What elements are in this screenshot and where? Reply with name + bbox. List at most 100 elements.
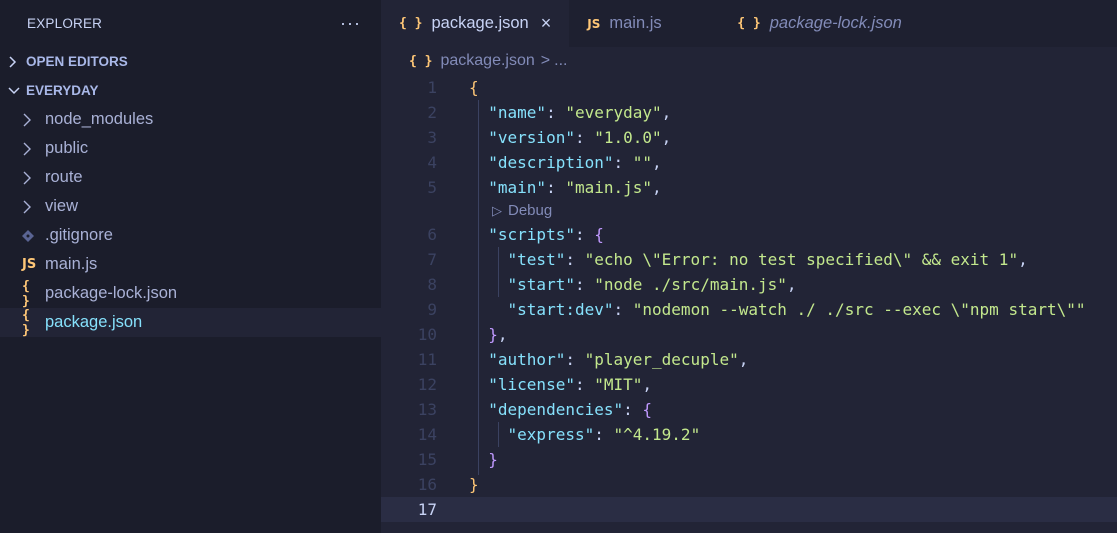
tab-label: main.js <box>609 14 662 32</box>
tab-main-js[interactable]: JS main.js <box>569 0 719 47</box>
section-open-editors[interactable]: OPEN EDITORS <box>0 47 381 76</box>
section-open-editors-label: OPEN EDITORS <box>26 54 128 69</box>
json-file-icon: { } <box>409 53 433 69</box>
json-value: "nodemon --watch ./ ./src --exec \"npm s… <box>632 300 1086 319</box>
json-value: "everyday" <box>565 103 662 122</box>
code-line: 2 "name": "everyday", <box>381 100 1117 125</box>
brace-open: { <box>469 78 479 97</box>
json-key: "express" <box>507 425 595 444</box>
json-value: "echo \"Error: no test specified\" && ex… <box>584 250 1019 269</box>
json-file-icon: { } <box>737 16 761 31</box>
code-line: 11 "author": "player_decuple", <box>381 347 1117 372</box>
json-file-icon: { } <box>22 278 30 309</box>
breadcrumb: { } package.json > ... <box>381 47 1117 75</box>
tab-package-json[interactable]: { } package.json × <box>381 0 570 47</box>
close-icon[interactable]: × <box>541 13 552 34</box>
tree-item-view[interactable]: view <box>0 192 381 221</box>
section-project-label: EVERYDAY <box>26 83 99 98</box>
chevron-right-icon <box>22 142 45 156</box>
code-line: 15 } <box>381 447 1117 472</box>
brace-close: } <box>469 475 479 494</box>
chevron-right-icon <box>22 200 45 214</box>
json-value: "MIT" <box>594 375 643 394</box>
code-line: 3 "version": "1.0.0", <box>381 125 1117 150</box>
chevron-down-icon <box>8 86 26 96</box>
code-line: 4 "description": "", <box>381 150 1117 175</box>
tree-item-label: node_modules <box>45 110 154 128</box>
debug-codelens[interactable]: ▷ Debug <box>492 200 552 222</box>
code-editor[interactable]: 1 { 2 "name": "everyday", 3 "version": "… <box>381 75 1117 522</box>
tree-item-route[interactable]: route <box>0 163 381 192</box>
tree-item-label: public <box>45 139 89 157</box>
tree-item-label: route <box>45 168 83 186</box>
editor-area: { } package.json × JS main.js { } packag… <box>381 0 1117 533</box>
breadcrumb-separator: > <box>540 52 551 69</box>
tree-item-main-js[interactable]: JS main.js <box>0 250 381 279</box>
json-key: "license" <box>488 375 575 394</box>
explorer-title: EXPLORER <box>27 16 103 31</box>
code-line: 1 { <box>381 75 1117 100</box>
line-number: 8 <box>427 275 437 294</box>
line-number: 3 <box>427 128 437 147</box>
json-key: "dependencies" <box>488 400 624 419</box>
brace-open: { <box>642 400 653 419</box>
line-number: 2 <box>427 103 437 122</box>
play-icon: ▷ <box>492 203 502 218</box>
json-value: "player_decuple" <box>584 350 739 369</box>
line-number: 17 <box>417 500 437 519</box>
line-number: 7 <box>427 250 437 269</box>
debug-label: Debug <box>508 202 553 219</box>
json-value: "node ./src/main.js" <box>594 275 787 294</box>
json-key: "description" <box>488 153 614 172</box>
json-key: "test" <box>507 250 566 269</box>
chevron-right-icon <box>22 113 45 127</box>
json-value: "main.js" <box>565 178 653 197</box>
code-line-current: 17 <box>381 497 1117 522</box>
tree-item-label: view <box>45 197 79 215</box>
brace-close: } <box>488 450 498 469</box>
tree-item-label: package.json <box>45 313 143 331</box>
section-project[interactable]: EVERYDAY <box>0 76 381 105</box>
explorer-sidebar: EXPLORER ··· OPEN EDITORS EVERYDAY node_… <box>0 0 381 533</box>
tab-package-lock-json[interactable]: { } package-lock.json <box>719 0 920 47</box>
tab-label: package.json <box>431 14 529 32</box>
tree-item-gitignore[interactable]: .gitignore <box>0 221 381 250</box>
line-number: 1 <box>427 78 437 97</box>
tree-item-public[interactable]: public <box>0 134 381 163</box>
code-line: 9 "start:dev": "nodemon --watch ./ ./src… <box>381 297 1117 322</box>
codelens-row: ▷ Debug <box>381 200 1117 222</box>
json-key: "start" <box>507 275 575 294</box>
line-number: 5 <box>427 178 437 197</box>
json-key: "author" <box>488 350 566 369</box>
line-number: 14 <box>417 425 437 444</box>
chevron-right-icon <box>22 171 45 185</box>
line-number: 6 <box>427 225 437 244</box>
json-file-icon: { } <box>399 16 423 31</box>
code-line: 10 }, <box>381 322 1117 347</box>
code-line: 16 } <box>381 472 1117 497</box>
json-value: "" <box>632 153 653 172</box>
line-number: 10 <box>417 325 437 344</box>
chevron-right-icon <box>8 55 26 68</box>
code-line: 14 "express": "^4.19.2" <box>381 422 1117 447</box>
tree-item-package-json[interactable]: { } package.json <box>0 307 381 338</box>
breadcrumb-rest[interactable]: ... <box>554 52 567 70</box>
json-key: "main" <box>488 178 547 197</box>
tab-bar: { } package.json × JS main.js { } packag… <box>381 0 1117 47</box>
code-line: 12 "license": "MIT", <box>381 372 1117 397</box>
git-diamond-icon <box>22 229 45 242</box>
tree-item-package-lock-json[interactable]: { } package-lock.json <box>0 278 381 309</box>
code-line: 8 "start": "node ./src/main.js", <box>381 272 1117 297</box>
tab-label: package-lock.json <box>769 14 902 32</box>
json-file-icon: { } <box>22 307 30 338</box>
json-value: "1.0.0" <box>594 128 662 147</box>
line-number: 16 <box>417 475 437 494</box>
explorer-header: EXPLORER ··· <box>0 0 381 47</box>
line-number: 12 <box>417 375 437 394</box>
tree-item-node-modules[interactable]: node_modules <box>0 105 381 134</box>
vscode-window: EXPLORER ··· OPEN EDITORS EVERYDAY node_… <box>0 0 1117 533</box>
breadcrumb-file[interactable]: package.json <box>440 52 534 70</box>
more-actions-icon[interactable]: ··· <box>340 13 361 34</box>
line-number: 4 <box>427 153 437 172</box>
tree-item-label: main.js <box>45 255 98 273</box>
